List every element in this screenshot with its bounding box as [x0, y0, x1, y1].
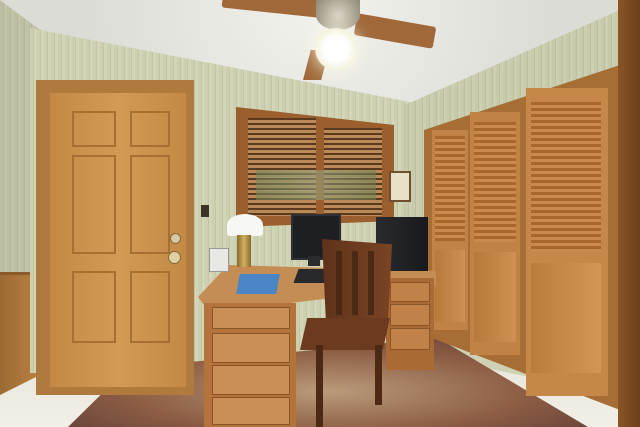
- desk-drawer: [212, 333, 290, 363]
- closet-louvers: [435, 136, 465, 241]
- telephone: [209, 248, 229, 272]
- monitor-stand: [308, 256, 320, 266]
- ceiling-light-globe: [315, 28, 357, 70]
- door-panel: [130, 111, 170, 147]
- closet-louvers: [531, 102, 601, 252]
- chair-slat: [352, 251, 358, 315]
- door-knob: [168, 251, 181, 264]
- closet-panel: [474, 252, 516, 342]
- desk-left-pedestal: [204, 303, 296, 427]
- closet-panel: [435, 250, 465, 322]
- desk-drawer: [390, 328, 430, 350]
- door-edge-right: [618, 0, 640, 427]
- chair-slat: [368, 251, 374, 315]
- closet-door-3: [526, 88, 608, 396]
- desk-drawer: [390, 304, 430, 326]
- desk-drawer: [212, 365, 290, 395]
- door-panel: [72, 155, 116, 254]
- door-panel: [72, 111, 116, 147]
- desk-right-pedestal: [386, 278, 434, 370]
- chair-slat: [336, 251, 342, 315]
- closet-door-1: [432, 130, 468, 330]
- home-office-photo: [0, 0, 640, 427]
- door-panel: [72, 271, 116, 343]
- ceiling-fan-hub: [316, 0, 360, 30]
- desk-chair-back: [322, 239, 392, 327]
- closet-door-2: [470, 112, 520, 355]
- front-door: [50, 93, 186, 387]
- chair-leg: [316, 345, 323, 427]
- desk-drawer: [212, 397, 290, 425]
- closet-louvers: [474, 122, 516, 242]
- door-panel: [130, 271, 170, 343]
- window-greenery: [256, 170, 376, 200]
- closet-panel: [531, 263, 601, 373]
- desk-drawer: [390, 282, 430, 302]
- deadbolt: [170, 233, 181, 244]
- desk-lamp-base: [237, 235, 251, 267]
- chair-leg: [375, 345, 382, 405]
- desk-lamp-shade: [227, 214, 263, 236]
- light-switch: [201, 205, 209, 217]
- door-panel: [130, 155, 170, 254]
- window-blinds-left: [248, 118, 316, 216]
- desk-drawer: [212, 307, 290, 329]
- desk-pad: [236, 274, 280, 294]
- framed-picture: [389, 171, 411, 202]
